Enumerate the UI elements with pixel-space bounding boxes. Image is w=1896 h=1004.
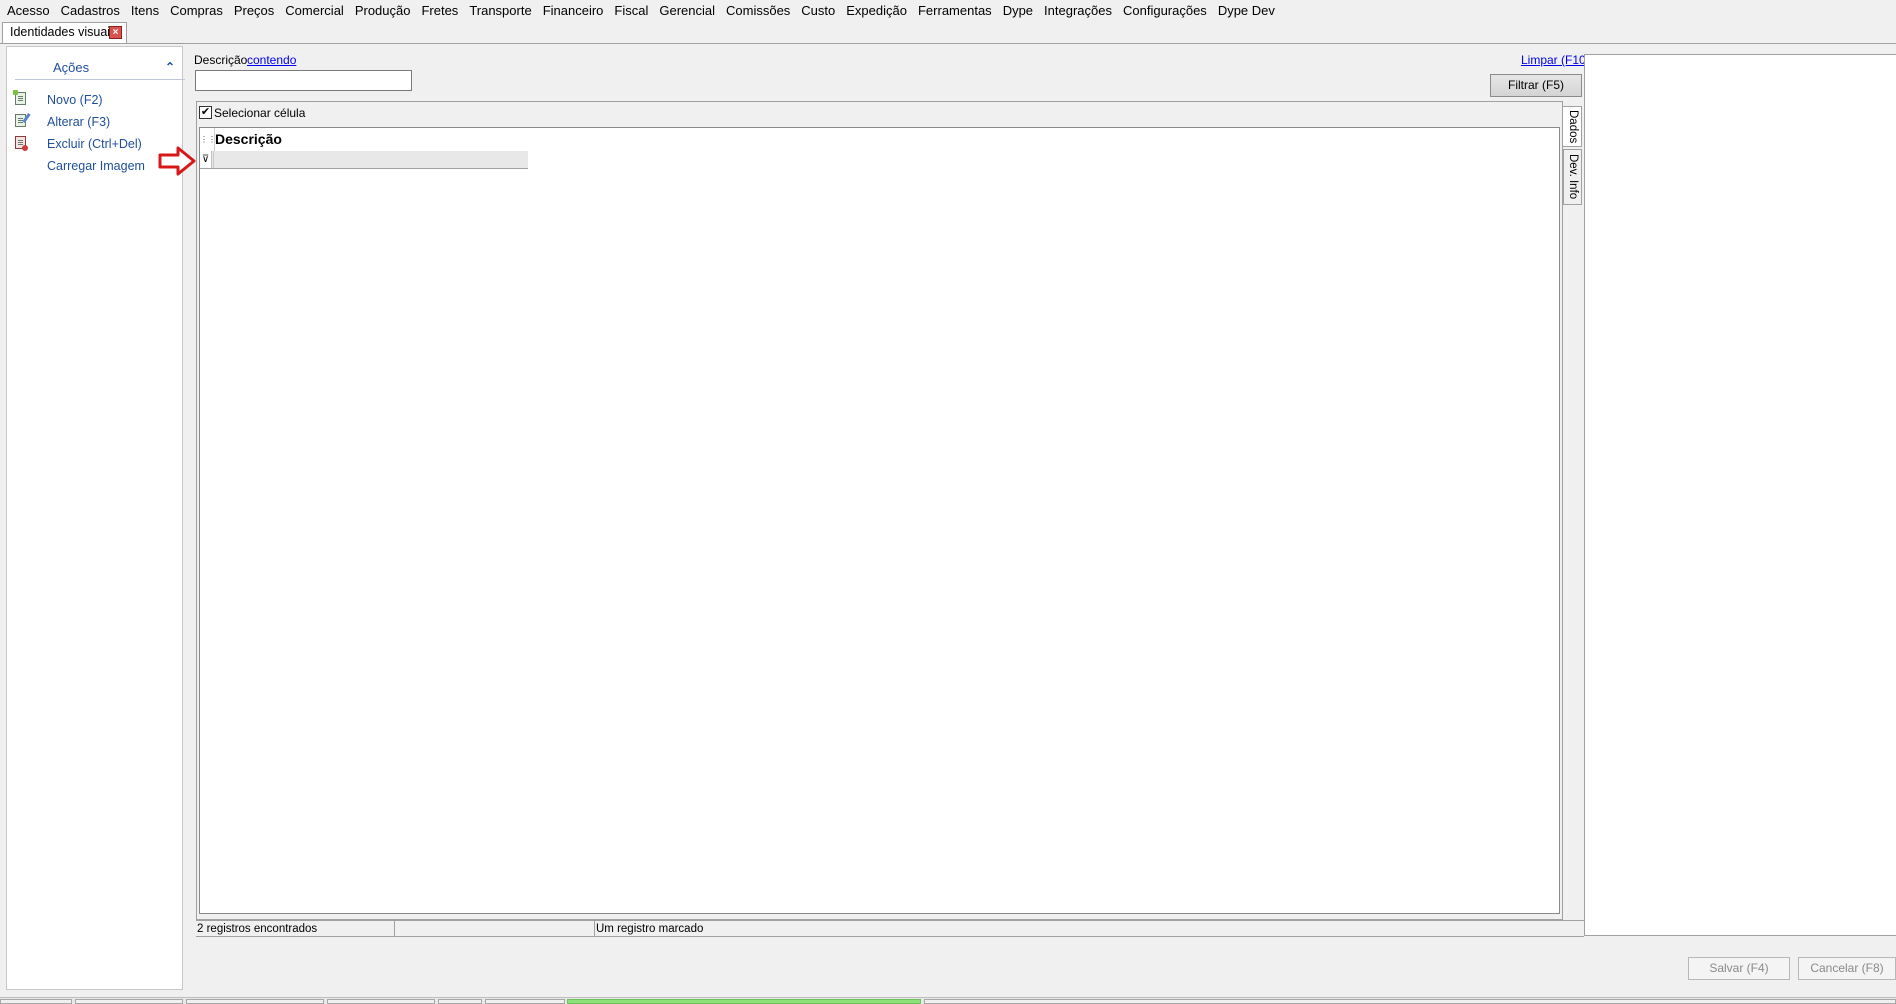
- filter-button[interactable]: Filtrar (F5): [1490, 74, 1582, 97]
- menu-transporte[interactable]: Transporte: [464, 0, 537, 22]
- action-label: Carregar Imagem: [47, 159, 145, 173]
- taskbar-item[interactable]: [485, 999, 565, 1004]
- document-tab-identidades-visuais[interactable]: Identidades visuais ×: [2, 22, 127, 43]
- actions-header[interactable]: Ações ⌃: [15, 59, 185, 80]
- description-filter-input[interactable]: [195, 70, 412, 91]
- menu-fiscal[interactable]: Fiscal: [609, 0, 654, 22]
- status-middle: [395, 921, 595, 936]
- grid-header: ⋮⋮ Descrição: [200, 128, 528, 152]
- filter-row-icon: ⊽: [200, 151, 212, 168]
- menu-fretes[interactable]: Fretes: [416, 0, 464, 22]
- actions-panel: Ações ⌃ Novo (F2) Alterar (F3) Excluir (…: [6, 46, 185, 990]
- taskbar-item[interactable]: [75, 999, 183, 1004]
- filter-mode-link[interactable]: contendo: [247, 53, 296, 67]
- menu-cadastros[interactable]: Cadastros: [56, 0, 126, 22]
- menu-ferramentas[interactable]: Ferramentas: [913, 0, 998, 22]
- status-records-marked: Um registro marcado: [596, 923, 704, 935]
- document-tab-title: Identidades visuais: [10, 25, 117, 39]
- menu-configuracoes[interactable]: Configurações: [1118, 0, 1213, 22]
- document-tab-strip: Identidades visuais ×: [0, 22, 1896, 44]
- menu-producao[interactable]: Produção: [350, 0, 417, 22]
- menu-precos[interactable]: Preços: [229, 0, 280, 22]
- menu-gerencial[interactable]: Gerencial: [654, 0, 721, 22]
- red-arrow-icon: [158, 146, 196, 176]
- menu-dype-dev[interactable]: Dype Dev: [1213, 0, 1281, 22]
- close-icon[interactable]: ×: [109, 26, 122, 39]
- tab-dev-info[interactable]: Dev. Info: [1563, 149, 1582, 205]
- menu-custo[interactable]: Custo: [796, 0, 841, 22]
- chevron-up-icon[interactable]: ⌃: [165, 60, 175, 74]
- edit-document-icon: [15, 114, 29, 129]
- select-cell-label: Selecionar célula: [214, 106, 306, 120]
- delete-document-icon: [15, 136, 29, 151]
- menu-acesso[interactable]: Acesso: [2, 0, 56, 22]
- menu-integracoes[interactable]: Integrações: [1039, 0, 1118, 22]
- new-document-icon: [13, 90, 29, 107]
- filter-row-cell-descricao[interactable]: [213, 151, 529, 168]
- column-header-descricao[interactable]: Descrição: [214, 128, 529, 151]
- actions-title: Ações: [53, 60, 90, 75]
- action-label: Alterar (F3): [47, 115, 111, 129]
- save-button[interactable]: Salvar (F4): [1688, 957, 1790, 980]
- menu-dype[interactable]: Dype: [998, 0, 1039, 22]
- menu-itens[interactable]: Itens: [126, 0, 165, 22]
- menu-comercial[interactable]: Comercial: [280, 0, 350, 22]
- clear-filter-link[interactable]: Limpar (F10): [1521, 53, 1590, 67]
- status-bar: 2 registros encontrados Um registro marc…: [196, 920, 1584, 937]
- taskbar-item[interactable]: [924, 999, 1896, 1004]
- action-label: Excluir (Ctrl+Del): [47, 137, 142, 151]
- menu-expedicao[interactable]: Expedição: [841, 0, 913, 22]
- menu-compras[interactable]: Compras: [165, 0, 229, 22]
- taskbar-item[interactable]: [186, 999, 324, 1004]
- menu-financeiro[interactable]: Financeiro: [538, 0, 610, 22]
- column-chooser-icon[interactable]: ⋮⋮: [200, 128, 216, 151]
- cancel-button[interactable]: Cancelar (F8): [1798, 957, 1896, 980]
- status-records-found: 2 registros encontrados: [196, 921, 395, 936]
- tab-dados[interactable]: Dados: [1563, 106, 1582, 147]
- detail-panel: [1584, 54, 1896, 936]
- taskbar-item-active[interactable]: [567, 999, 921, 1004]
- menu-bar: Acesso Cadastros Itens Compras Preços Co…: [0, 0, 1896, 22]
- taskbar-item[interactable]: [438, 999, 482, 1004]
- action-label: Novo (F2): [47, 93, 103, 107]
- menu-comissoes[interactable]: Comissões: [721, 0, 796, 22]
- taskbar-item[interactable]: [0, 999, 72, 1004]
- select-cell-checkbox[interactable]: ✔: [199, 106, 212, 119]
- data-grid[interactable]: ⋮⋮ Descrição ⊽: [199, 127, 1560, 914]
- grid-filter-row: ⊽: [200, 151, 528, 169]
- taskbar-item[interactable]: [327, 999, 435, 1004]
- description-filter-label: Descrição: [194, 53, 248, 67]
